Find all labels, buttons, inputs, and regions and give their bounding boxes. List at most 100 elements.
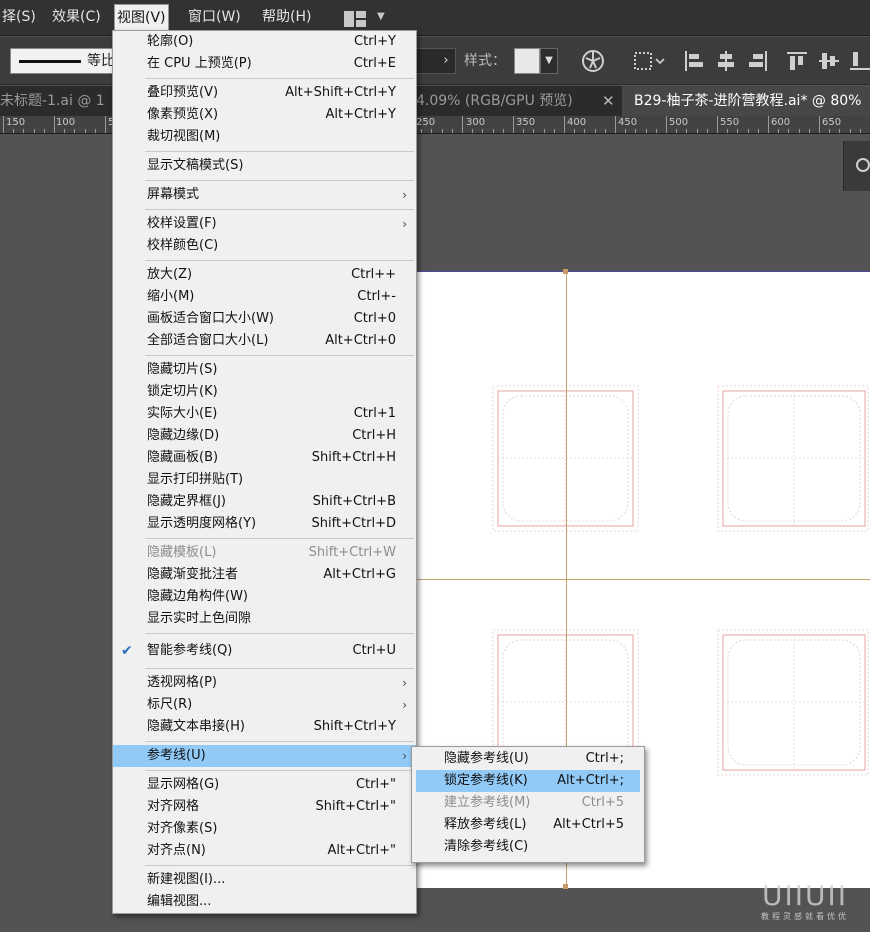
menu-effect[interactable]: 效果(C) <box>50 4 103 31</box>
menu-separator <box>113 738 416 745</box>
view-menu-item[interactable]: 锁定切片(K) <box>113 381 416 403</box>
view-menu-item[interactable]: 显示网格(G) Ctrl+" <box>113 774 416 796</box>
view-menu-item[interactable]: 对齐网格 Shift+Ctrl+" <box>113 796 416 818</box>
tab-untitled-1[interactable]: 未标题-1.ai @ 1 <box>0 86 112 116</box>
align-right-icon[interactable] <box>746 49 770 73</box>
guides-submenu-item[interactable]: 锁定参考线(K) Alt+Ctrl+; <box>416 770 640 792</box>
tab-b29-yuzu-tea[interactable]: B29-柚子茶-进阶营教程.ai* @ 80% <box>622 86 870 116</box>
view-menu-item[interactable]: 隐藏文本串接(H) Shift+Ctrl+Y <box>113 716 416 738</box>
view-menu-item[interactable]: 缩小(M) Ctrl+- <box>113 286 416 308</box>
view-menu-item[interactable]: 隐藏画板(B) Shift+Ctrl+H <box>113 447 416 469</box>
align-bottom-icon[interactable] <box>848 49 870 73</box>
menu-item-label: 智能参考线(Q) <box>147 643 233 658</box>
chevron-right-icon[interactable]: › <box>436 49 456 73</box>
ruler-tick <box>799 129 800 133</box>
view-menu-item[interactable]: 隐藏边角构件(W) <box>113 586 416 608</box>
view-menu-item[interactable]: 显示透明度网格(Y) Shift+Ctrl+D <box>113 513 416 535</box>
submenu-arrow-icon: › <box>402 217 407 231</box>
stroke-profile-label: 等比 <box>87 53 115 69</box>
align-center-icon[interactable] <box>714 49 738 73</box>
view-menu-item[interactable]: 隐藏渐变批注者 Alt+Ctrl+G <box>113 564 416 586</box>
menu-item-label: 释放参考线(L) <box>444 817 527 832</box>
collapsed-panel[interactable] <box>843 141 870 191</box>
view-menu-item[interactable]: 显示实时上色间隙 <box>113 608 416 630</box>
menu-item-label: 全部适合窗口大小(L) <box>147 333 269 348</box>
ruler-label: 350 <box>516 117 536 128</box>
menu-item-label: 实际大小(E) <box>147 406 218 421</box>
view-menu-item[interactable]: 参考线(U) › <box>113 745 416 767</box>
ruler-tick <box>513 116 514 133</box>
view-menu-item[interactable]: 显示文稿模式(S) <box>113 155 416 177</box>
view-menu-item[interactable]: 新建视图(I)... <box>113 869 416 891</box>
menu-item-shortcut: Alt+Ctrl+G <box>323 567 396 582</box>
view-menu-item[interactable]: 校样颜色(C) <box>113 235 416 257</box>
guides-submenu-item[interactable]: 隐藏参考线(U) Ctrl+; <box>412 748 644 770</box>
view-menu-item[interactable]: 显示打印拼贴(T) <box>113 469 416 491</box>
menu-item-label: 显示实时上色间隙 <box>147 611 252 626</box>
view-menu-item[interactable]: 像素预览(X) Alt+Ctrl+Y <box>113 104 416 126</box>
variable-width-profile-dropdown[interactable]: 等比 <box>10 48 120 74</box>
ruler-label: 450 <box>618 117 638 128</box>
view-menu-item[interactable]: 对齐像素(S) <box>113 818 416 840</box>
menu-item-shortcut: Ctrl+- <box>357 289 396 304</box>
align-left-icon[interactable] <box>682 49 706 73</box>
ruler-tick <box>860 129 861 133</box>
ruler-tick <box>421 129 422 133</box>
ruler-tick <box>707 129 708 133</box>
view-menu-item[interactable]: 放大(Z) Ctrl++ <box>113 264 416 286</box>
align-top-icon[interactable] <box>785 49 809 73</box>
menu-separator <box>113 148 416 155</box>
graphic-style-swatch[interactable] <box>514 48 540 74</box>
menu-item-label: 轮廓(O) <box>147 34 194 49</box>
view-menu-item[interactable]: 隐藏模板(L) Shift+Ctrl+W <box>113 542 416 564</box>
chevron-down-icon[interactable]: ▼ <box>540 48 558 74</box>
view-menu-item[interactable]: 对齐点(N) Alt+Ctrl+" <box>113 840 416 862</box>
menu-view[interactable]: 视图(V) <box>114 4 169 31</box>
view-menu-item[interactable]: ✔ 智能参考线(Q) Ctrl+U <box>113 637 416 665</box>
workspace-switcher-icon[interactable]: ▼ <box>344 9 390 29</box>
menu-separator <box>113 352 416 359</box>
menu-separator <box>113 535 416 542</box>
view-menu-item[interactable]: 轮廓(O) Ctrl+Y <box>113 31 416 53</box>
view-menu-item[interactable]: 透视网格(P) › <box>113 672 416 694</box>
view-menu-item[interactable]: 在 CPU 上预览(P) Ctrl+E <box>113 53 416 75</box>
ruler-tick <box>615 116 616 133</box>
ruler-label: 600 <box>771 117 791 128</box>
view-menu-item[interactable]: 裁切视图(M) <box>113 126 416 148</box>
view-menu-item[interactable]: 叠印预览(V) Alt+Shift+Ctrl+Y <box>113 82 416 104</box>
view-menu-item[interactable]: 校样设置(F) › <box>113 213 416 235</box>
view-menu-item[interactable]: 屏幕模式 › <box>113 184 416 206</box>
view-menu-item[interactable]: 实际大小(E) Ctrl+1 <box>113 403 416 425</box>
tab-document-preview[interactable]: 4.09% (RGB/GPU 预览) <box>416 86 592 116</box>
menu-help[interactable]: 帮助(H) <box>260 4 313 31</box>
guides-submenu: 隐藏参考线(U) Ctrl+; 锁定参考线(K) Alt+Ctrl+; 建立参考线(M)… <box>411 746 645 863</box>
view-menu-item[interactable]: 画板适合窗口大小(W) Ctrl+0 <box>113 308 416 330</box>
view-menu-item[interactable]: 隐藏定界框(J) Shift+Ctrl+B <box>113 491 416 513</box>
menu-item-label: 参考线(U) <box>147 748 206 763</box>
panel-icon <box>856 158 870 172</box>
view-menu-item[interactable]: 标尺(R) › <box>113 694 416 716</box>
globe-icon[interactable] <box>580 49 606 73</box>
guides-submenu-item[interactable]: 释放参考线(L) Alt+Ctrl+5 <box>412 814 644 836</box>
horizontal-guide[interactable] <box>416 579 870 580</box>
menu-item-label: 缩小(M) <box>147 289 195 304</box>
ruler-tick <box>646 129 647 133</box>
guides-submenu-item[interactable]: 清除参考线(C) <box>412 836 644 858</box>
watermark-text: UIIUII <box>761 879 849 912</box>
view-menu-item[interactable]: 全部适合窗口大小(L) Alt+Ctrl+0 <box>113 330 416 352</box>
align-middle-icon[interactable] <box>817 49 841 73</box>
menu-select[interactable]: 择(S) <box>0 4 38 31</box>
view-menu-item[interactable]: 隐藏切片(S) <box>113 359 416 381</box>
menu-window[interactable]: 窗口(W) <box>186 4 243 31</box>
menu-item-label: 画板适合窗口大小(W) <box>147 311 274 326</box>
close-icon[interactable]: ✕ <box>602 86 615 116</box>
guides-submenu-item[interactable]: 建立参考线(M) Ctrl+5 <box>412 792 644 814</box>
distribute-icon[interactable] <box>632 49 666 73</box>
menu-item-shortcut: Ctrl+0 <box>353 311 396 326</box>
ruler-tick <box>523 129 524 133</box>
view-menu-item[interactable]: 隐藏边缘(D) Ctrl+H <box>113 425 416 447</box>
menu-item-label: 显示网格(G) <box>147 777 220 792</box>
menu-separator <box>113 630 416 637</box>
ruler-tick <box>64 129 65 133</box>
view-menu-item[interactable]: 编辑视图... <box>113 891 416 913</box>
